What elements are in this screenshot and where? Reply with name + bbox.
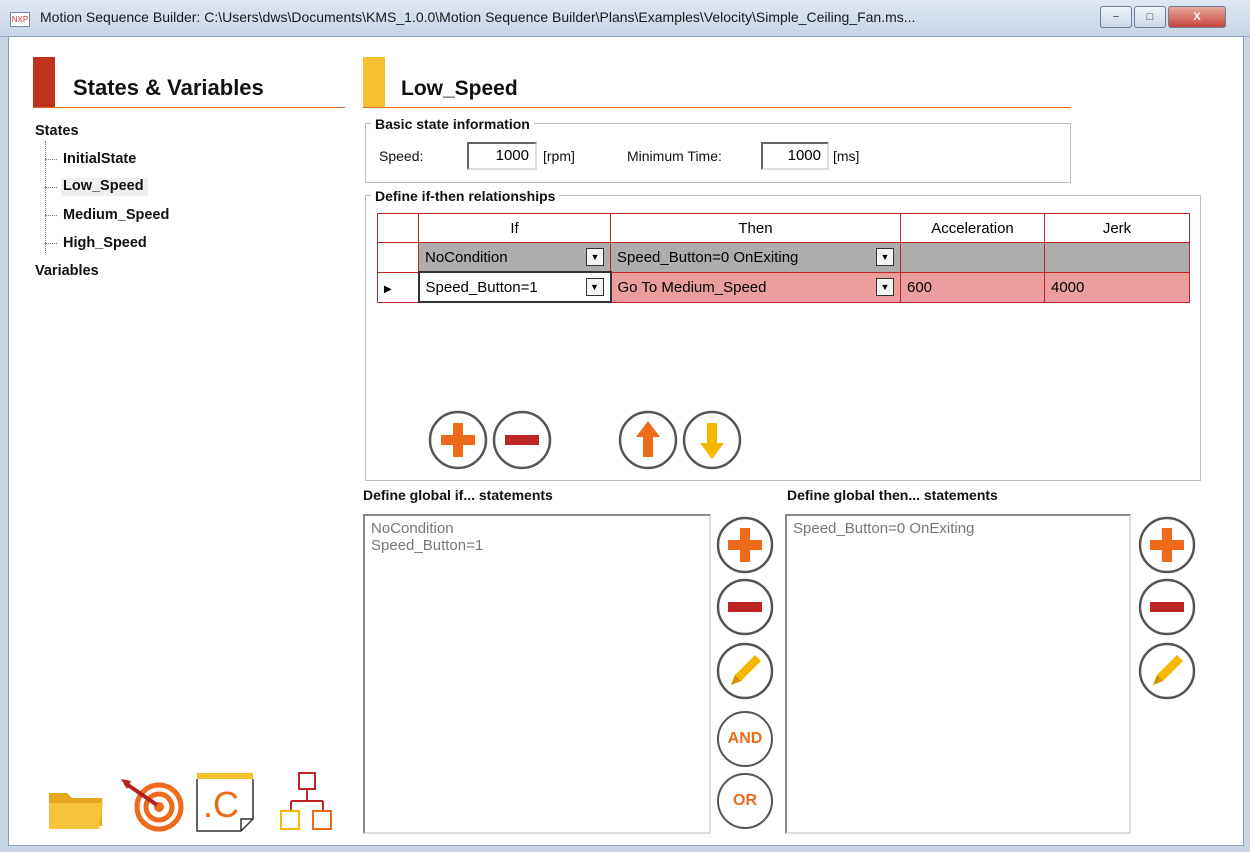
minimize-button[interactable]: − (1100, 6, 1132, 28)
add-row-button[interactable] (427, 409, 489, 471)
tree-connector (45, 187, 57, 188)
global-if-label: Define global if... statements (363, 487, 553, 503)
move-up-button[interactable] (617, 409, 679, 471)
basic-state-group-label: Basic state information (371, 116, 534, 132)
main-window: States & Variables States InitialState L… (8, 36, 1244, 846)
move-down-button[interactable] (681, 409, 743, 471)
acceleration-cell[interactable] (900, 242, 1045, 273)
tree-connector (45, 215, 57, 216)
remove-then-button[interactable] (1137, 577, 1197, 637)
min-time-unit: [ms] (833, 148, 860, 164)
row-header[interactable] (377, 242, 419, 273)
speed-input[interactable]: 1000 (467, 142, 537, 170)
c-file-icon[interactable]: .C (195, 771, 257, 835)
jerk-cell[interactable]: 4000 (1044, 271, 1190, 303)
tree-connector (45, 159, 57, 160)
tree-item-high-speed[interactable]: High_Speed (63, 235, 147, 251)
then-cell[interactable]: Go To Medium_Speed ▼ (610, 271, 901, 303)
global-if-list[interactable]: NoCondition Speed_Button=1 (363, 514, 711, 834)
grid-header-corner (377, 213, 419, 243)
jerk-cell[interactable] (1044, 242, 1190, 273)
if-cell[interactable]: NoCondition ▼ (418, 242, 611, 273)
and-button[interactable]: AND (717, 711, 773, 767)
left-panel-accent (33, 57, 55, 107)
left-panel-divider (33, 107, 345, 108)
grid-header-acceleration[interactable]: Acceleration (900, 213, 1045, 243)
dropdown-arrow-icon[interactable]: ▼ (876, 278, 894, 296)
close-button[interactable]: X (1168, 6, 1226, 28)
tree-connector (45, 243, 57, 244)
title-bar: NXP Motion Sequence Builder: C:\Users\dw… (0, 0, 1250, 37)
then-cell[interactable]: Speed_Button=0 OnExiting ▼ (610, 242, 901, 273)
add-if-button[interactable] (715, 515, 775, 575)
if-value: NoCondition (425, 248, 508, 266)
hierarchy-icon[interactable] (277, 771, 339, 833)
table-row[interactable]: ▶ Speed_Button=1 ▼ Go To Medium_Speed ▼ 60… (377, 271, 1190, 303)
list-item[interactable]: Speed_Button=1 (371, 537, 703, 554)
remove-row-button[interactable] (491, 409, 553, 471)
if-then-group-label: Define if-then relationships (371, 188, 560, 204)
state-panel-divider (363, 107, 1071, 108)
grid-header-then[interactable]: Then (610, 213, 901, 243)
target-icon[interactable] (119, 775, 185, 833)
folder-icon[interactable] (47, 783, 109, 831)
speed-unit: [rpm] (543, 148, 575, 164)
grid-header-if[interactable]: If (418, 213, 611, 243)
app-icon: NXP (10, 12, 30, 27)
if-then-grid: If Then Acceleration Jerk NoCondition ▼ S… (377, 213, 1190, 303)
then-value: Go To Medium_Speed (617, 278, 767, 296)
table-row[interactable]: NoCondition ▼ Speed_Button=0 OnExiting ▼ (377, 242, 1190, 273)
list-item[interactable]: NoCondition (371, 520, 703, 537)
add-then-button[interactable] (1137, 515, 1197, 575)
list-item[interactable]: Speed_Button=0 OnExiting (793, 520, 1123, 537)
if-value: Speed_Button=1 (425, 278, 538, 296)
svg-text:.C: .C (203, 784, 239, 825)
dropdown-arrow-icon[interactable]: ▼ (585, 278, 604, 296)
if-cell[interactable]: Speed_Button=1 ▼ (417, 271, 612, 303)
edit-then-button[interactable] (1137, 641, 1197, 701)
global-then-label: Define global then... statements (787, 487, 998, 503)
tree-node-states[interactable]: States (35, 123, 79, 139)
current-row-icon: ▶ (384, 283, 392, 295)
or-button[interactable]: OR (717, 773, 773, 829)
edit-if-button[interactable] (715, 641, 775, 701)
speed-label: Speed: (379, 148, 424, 164)
maximize-button[interactable]: □ (1134, 6, 1166, 28)
tree-item-low-speed[interactable]: Low_Speed (61, 178, 148, 196)
row-header-current[interactable]: ▶ (377, 271, 419, 303)
left-panel-title: States & Variables (73, 75, 264, 100)
tree-node-variables[interactable]: Variables (35, 263, 99, 279)
global-then-list[interactable]: Speed_Button=0 OnExiting (785, 514, 1131, 834)
then-value: Speed_Button=0 OnExiting (617, 248, 799, 266)
min-time-label: Minimum Time: (627, 148, 722, 164)
state-panel-accent (363, 57, 385, 107)
remove-if-button[interactable] (715, 577, 775, 637)
tree-item-initialstate[interactable]: InitialState (63, 151, 136, 167)
dropdown-arrow-icon[interactable]: ▼ (876, 248, 894, 267)
tree-item-medium-speed[interactable]: Medium_Speed (63, 207, 169, 223)
window-title: Motion Sequence Builder: C:\Users\dws\Do… (40, 9, 916, 25)
dropdown-arrow-icon[interactable]: ▼ (586, 248, 604, 266)
grid-header-jerk[interactable]: Jerk (1044, 213, 1190, 243)
min-time-input[interactable]: 1000 (761, 142, 829, 170)
acceleration-cell[interactable]: 600 (900, 271, 1045, 303)
state-title: Low_Speed (401, 77, 518, 100)
tree-connector (45, 141, 46, 253)
